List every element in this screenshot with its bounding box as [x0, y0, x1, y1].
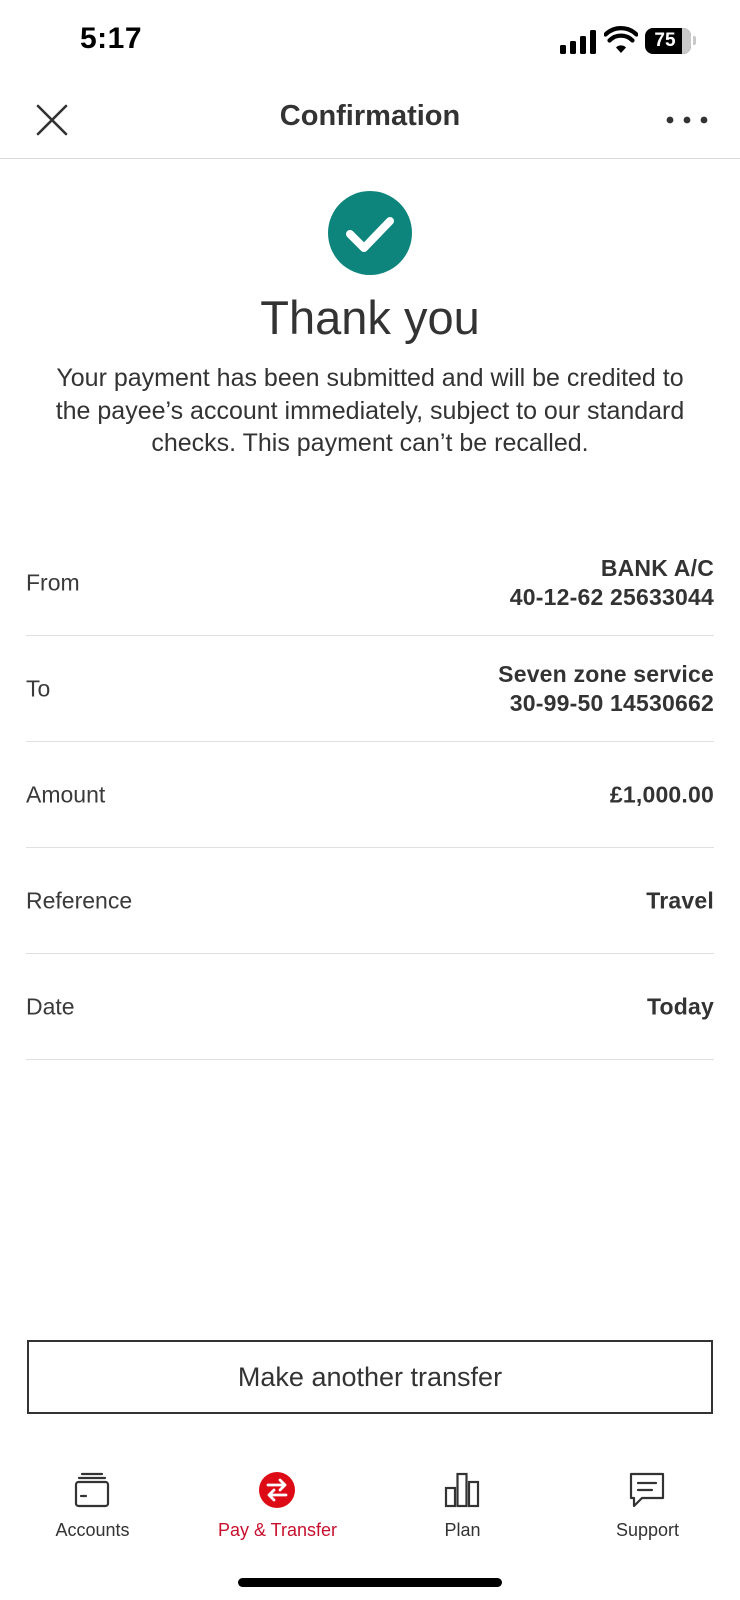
amount-value: £1,000.00: [609, 781, 714, 807]
accounts-wallet-icon: [74, 1472, 110, 1508]
payee-account-number: 30-99-50 14530662: [509, 689, 714, 716]
wifi-icon: [604, 26, 638, 53]
more-horizontal-icon: [666, 116, 708, 124]
battery-icon: 75: [645, 28, 691, 54]
from-label: From: [26, 569, 80, 595]
home-indicator[interactable]: [238, 1578, 502, 1587]
cellular-signal-icon: [560, 30, 596, 54]
transfer-arrows-icon: [259, 1472, 295, 1508]
tab-label: Plan: [444, 1520, 481, 1540]
tab-label: Accounts: [55, 1520, 130, 1540]
to-value: Seven zone service 30-99-50 14530662: [498, 660, 714, 718]
tab-plan[interactable]: Plan: [370, 1460, 555, 1560]
tab-accounts[interactable]: Accounts: [0, 1460, 185, 1560]
confirmation-message: Your payment has been submitted and will…: [55, 364, 685, 457]
amount-label: Amount: [26, 781, 106, 807]
payee-name: Seven zone service: [498, 660, 714, 687]
date-label: Date: [26, 993, 75, 1019]
to-label: To: [26, 675, 51, 701]
tab-pay-transfer[interactable]: Pay & Transfer: [185, 1460, 370, 1560]
thank-you-heading: Thank you: [260, 291, 480, 344]
detail-row-date: Date Today: [26, 954, 714, 1060]
bar-chart-icon: [444, 1472, 480, 1508]
tab-label: Pay & Transfer: [217, 1520, 338, 1540]
reference-label: Reference: [26, 887, 133, 913]
detail-row-amount: Amount £1,000.00: [26, 742, 714, 848]
payment-details: From BANK A/C 40-12-62 25633044 To Seven…: [26, 530, 714, 1060]
battery-tip: [693, 36, 696, 45]
from-account-number: 40-12-62 25633044: [509, 583, 714, 610]
tab-support[interactable]: Support: [555, 1460, 740, 1560]
battery-level: 75: [654, 30, 676, 51]
detail-row-to: To Seven zone service 30-99-50 14530662: [26, 636, 714, 742]
tab-label: Support: [615, 1520, 680, 1540]
from-value: BANK A/C 40-12-62 25633044: [510, 554, 714, 612]
reference-value: Travel: [646, 887, 714, 913]
header: Confirmation: [0, 84, 740, 159]
from-account-name: BANK A/C: [600, 554, 714, 581]
more-options-button[interactable]: [662, 98, 712, 142]
page-title: Confirmation: [279, 100, 461, 132]
detail-row-reference: Reference Travel: [26, 848, 714, 954]
chat-bubble-icon: [629, 1472, 665, 1508]
make-another-transfer-button[interactable]: Make another transfer: [27, 1340, 713, 1414]
status-bar: 5:17 75: [0, 0, 740, 84]
status-time: 5:17: [80, 22, 143, 55]
checkmark-circle-icon: [328, 191, 412, 275]
tab-bar: Accounts Pay & Transfer Plan Support: [0, 1460, 740, 1560]
detail-row-from: From BANK A/C 40-12-62 25633044: [26, 530, 714, 636]
date-value: Today: [646, 993, 714, 1019]
